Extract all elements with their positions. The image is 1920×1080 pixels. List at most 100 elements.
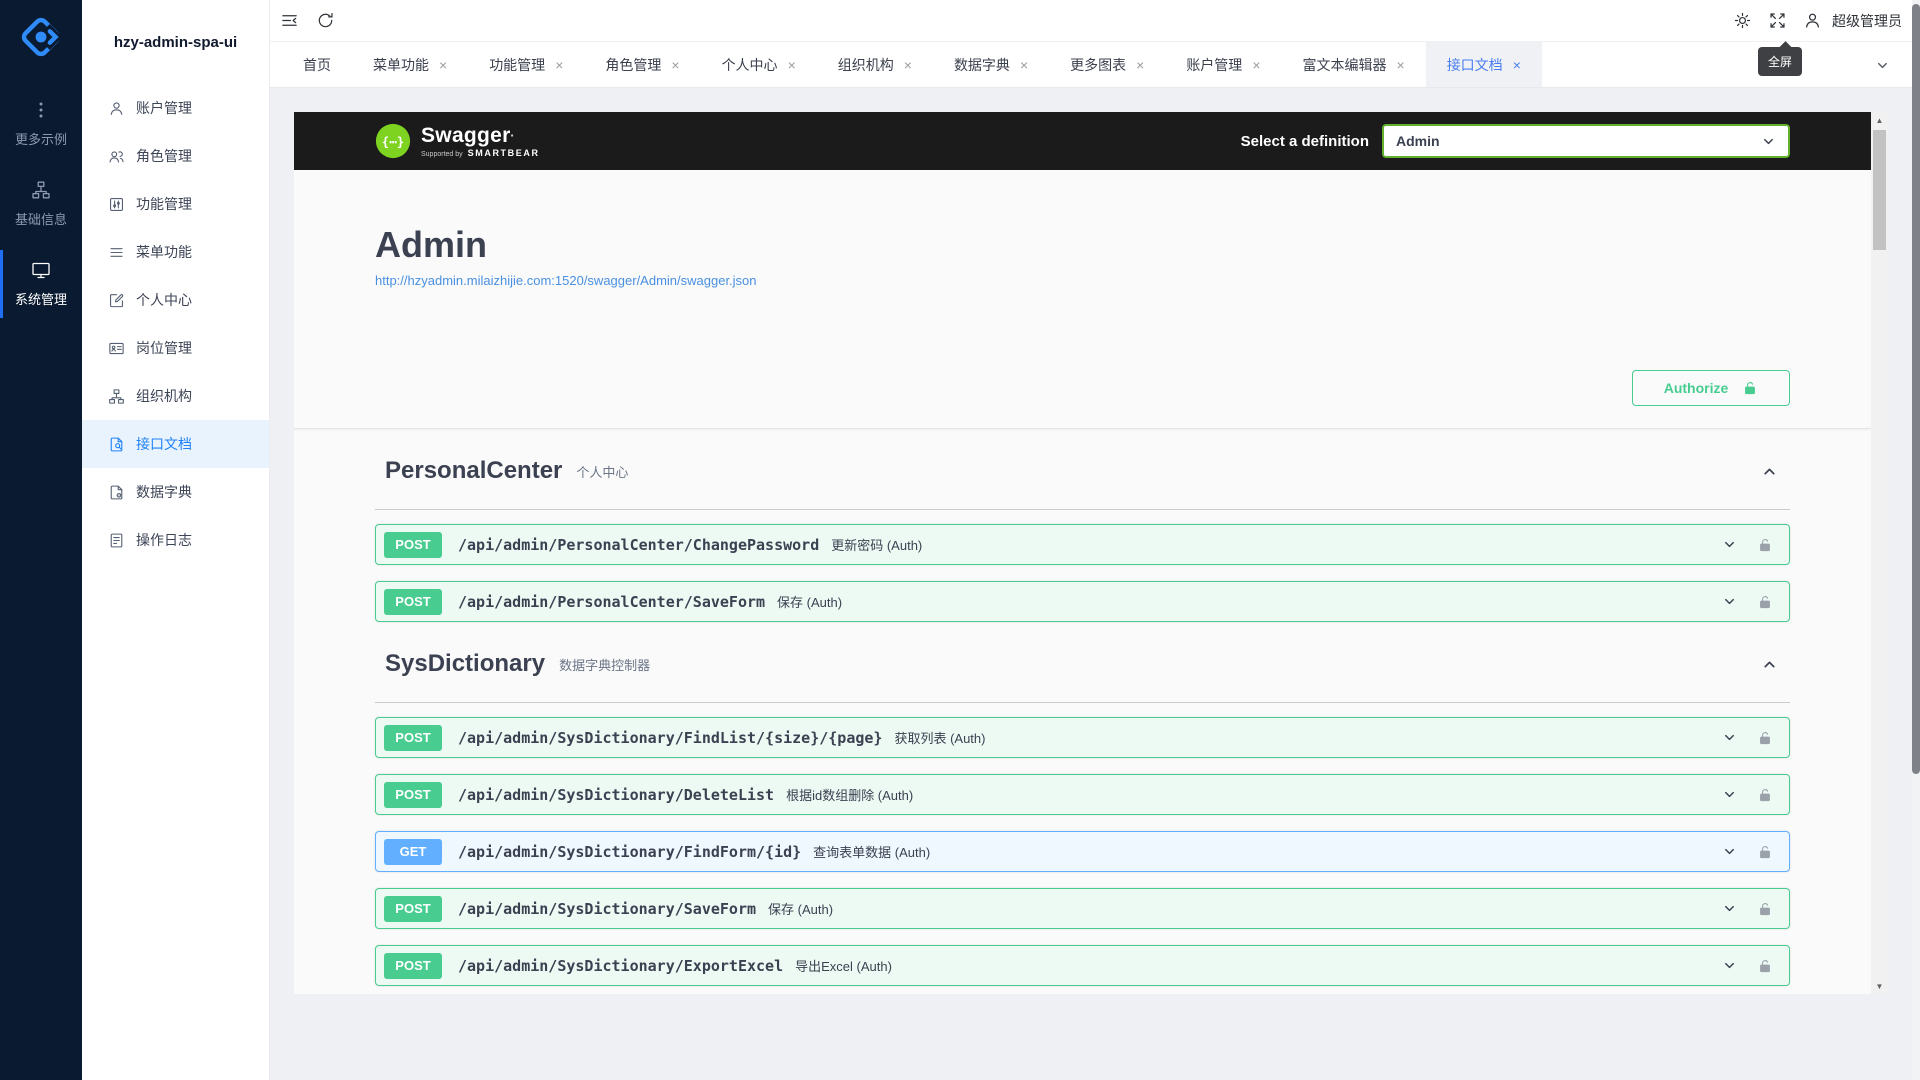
- chevron-up-icon[interactable]: [1761, 656, 1778, 673]
- sidebar-item[interactable]: 接口文档: [82, 420, 269, 468]
- sidebar-item[interactable]: 菜单功能: [82, 228, 269, 276]
- lock-open-icon[interactable]: [1757, 730, 1773, 746]
- rail-group-label: 更多示例: [15, 129, 67, 148]
- api-spec-link[interactable]: http://hzyadmin.milaizhijie.com:1520/swa…: [375, 273, 757, 288]
- reload-icon[interactable]: [316, 11, 335, 30]
- method-badge: POST: [384, 725, 442, 751]
- api-section-header[interactable]: PersonalCenter 个人中心: [375, 457, 1790, 510]
- sidebar-item[interactable]: 操作日志: [82, 516, 269, 564]
- tab[interactable]: 富文本编辑器: [1282, 42, 1426, 87]
- tab[interactable]: 接口文档: [1426, 42, 1542, 87]
- sidebar-item[interactable]: 组织机构: [82, 372, 269, 420]
- lock-open-icon[interactable]: [1757, 594, 1773, 610]
- sitemap-icon: [31, 180, 51, 200]
- sidebar-item-label: 组织机构: [136, 386, 192, 406]
- api-section-header[interactable]: SysDictionary 数据字典控制器: [375, 650, 1790, 703]
- chevron-down-icon[interactable]: [1722, 730, 1737, 745]
- close-icon[interactable]: [555, 58, 563, 72]
- scroll-up-arrow-icon[interactable]: ▲: [1871, 112, 1888, 128]
- browser-scrollbar[interactable]: [1912, 0, 1920, 1080]
- endpoint-summary: 导出Excel (Auth): [795, 956, 892, 975]
- sidebar-item-label: 角色管理: [136, 146, 192, 166]
- close-icon[interactable]: [1136, 58, 1144, 72]
- more-dots-icon: [31, 100, 51, 120]
- iframe-scrollbar[interactable]: ▲ ▼: [1871, 112, 1888, 994]
- sidebar-item[interactable]: 账户管理: [82, 84, 269, 132]
- sidebar-item[interactable]: 数据字典: [82, 468, 269, 516]
- api-info: Admin http://hzyadmin.milaizhijie.com:15…: [294, 170, 1871, 288]
- lock-open-icon[interactable]: [1757, 958, 1773, 974]
- endpoint-path: /api/admin/SysDictionary/DeleteList: [458, 786, 774, 804]
- swagger-logo-text: Swagger▪ Supported by SMARTBEAR: [421, 125, 540, 158]
- api-endpoint-row[interactable]: POST /api/admin/SysDictionary/FindList/{…: [375, 717, 1790, 758]
- sidebar-item[interactable]: 个人中心: [82, 276, 269, 324]
- person-icon[interactable]: [1803, 11, 1822, 30]
- iframe-scrollbar-thumb[interactable]: [1873, 130, 1886, 250]
- sidebar-item[interactable]: 角色管理: [82, 132, 269, 180]
- lock-open-icon[interactable]: [1757, 787, 1773, 803]
- tab[interactable]: 数据字典: [933, 42, 1049, 87]
- sidebar-item[interactable]: 岗位管理: [82, 324, 269, 372]
- tab[interactable]: 菜单功能: [352, 42, 468, 87]
- gear-icon[interactable]: [1733, 11, 1752, 30]
- tab[interactable]: 组织机构: [817, 42, 933, 87]
- close-icon[interactable]: [1397, 58, 1405, 72]
- sidebar-item[interactable]: 功能管理: [82, 180, 269, 228]
- swagger-logo[interactable]: {⋯} Swagger▪ Supported by SMARTBEAR: [375, 123, 540, 159]
- chevron-down-icon[interactable]: [1722, 787, 1737, 802]
- rail-groups: 更多示例 基础信息 系统管理: [0, 84, 82, 324]
- endpoint-path: /api/admin/SysDictionary/FindList/{size}…: [458, 729, 882, 747]
- chevron-down-icon[interactable]: [1722, 958, 1737, 973]
- api-endpoint-row[interactable]: GET /api/admin/SysDictionary/FindForm/{i…: [375, 831, 1790, 872]
- rail-group[interactable]: 系统管理: [0, 244, 82, 324]
- tab[interactable]: 个人中心: [701, 42, 817, 87]
- method-badge: POST: [384, 782, 442, 808]
- app-logo-icon[interactable]: [16, 12, 66, 62]
- tab[interactable]: 首页: [282, 42, 352, 87]
- tab-label: 菜单功能: [373, 55, 429, 75]
- close-icon[interactable]: [671, 58, 679, 72]
- api-endpoint-row[interactable]: POST /api/admin/PersonalCenter/ChangePas…: [375, 524, 1790, 565]
- api-endpoint-row[interactable]: POST /api/admin/SysDictionary/SaveForm 保…: [375, 888, 1790, 929]
- close-icon[interactable]: [1252, 58, 1260, 72]
- scroll-down-arrow-icon[interactable]: ▼: [1871, 978, 1888, 994]
- browser-scrollbar-thumb[interactable]: [1912, 4, 1920, 774]
- tab-label: 更多图表: [1070, 55, 1126, 75]
- chevron-down-icon[interactable]: [1722, 844, 1737, 859]
- close-icon[interactable]: [1020, 58, 1028, 72]
- swagger-panel: {⋯} Swagger▪ Supported by SMARTBEAR Sele…: [294, 112, 1871, 994]
- tab[interactable]: 账户管理: [1165, 42, 1281, 87]
- rail-group[interactable]: 基础信息: [0, 164, 82, 244]
- tab[interactable]: 更多图表: [1049, 42, 1165, 87]
- close-icon[interactable]: [1513, 58, 1521, 72]
- lock-open-icon[interactable]: [1757, 844, 1773, 860]
- current-user-name[interactable]: 超级管理员: [1832, 11, 1902, 31]
- authorize-button[interactable]: Authorize: [1632, 370, 1790, 406]
- close-icon[interactable]: [439, 58, 447, 72]
- chevron-down-icon[interactable]: [1875, 58, 1890, 73]
- file-gear-icon: [108, 484, 125, 501]
- fullscreen-icon[interactable]: [1768, 11, 1787, 30]
- definition-select[interactable]: Admin: [1382, 124, 1790, 158]
- close-icon[interactable]: [904, 58, 912, 72]
- method-badge: POST: [384, 589, 442, 615]
- close-icon[interactable]: [788, 58, 796, 72]
- method-badge: POST: [384, 896, 442, 922]
- endpoint-path: /api/admin/SysDictionary/FindForm/{id}: [458, 843, 801, 861]
- chevron-up-icon[interactable]: [1761, 463, 1778, 480]
- chevron-down-icon[interactable]: [1722, 594, 1737, 609]
- tab[interactable]: 角色管理: [584, 42, 700, 87]
- rail-group[interactable]: 更多示例: [0, 84, 82, 164]
- api-endpoint-row[interactable]: POST /api/admin/SysDictionary/DeleteList…: [375, 774, 1790, 815]
- sidebar-item-label: 数据字典: [136, 482, 192, 502]
- menu-fold-icon[interactable]: [280, 11, 299, 30]
- lock-open-icon[interactable]: [1757, 901, 1773, 917]
- api-endpoint-row[interactable]: POST /api/admin/SysDictionary/ExportExce…: [375, 945, 1790, 986]
- lock-open-icon[interactable]: [1757, 537, 1773, 553]
- chevron-down-icon[interactable]: [1722, 537, 1737, 552]
- sidebar: hzy-admin-spa-ui 账户管理 角色管理 功能管理 菜单功能: [82, 0, 270, 1080]
- chevron-down-icon[interactable]: [1722, 901, 1737, 916]
- api-endpoint-row[interactable]: POST /api/admin/PersonalCenter/SaveForm …: [375, 581, 1790, 622]
- tab[interactable]: 功能管理: [468, 42, 584, 87]
- endpoint-summary: 保存 (Auth): [768, 899, 833, 918]
